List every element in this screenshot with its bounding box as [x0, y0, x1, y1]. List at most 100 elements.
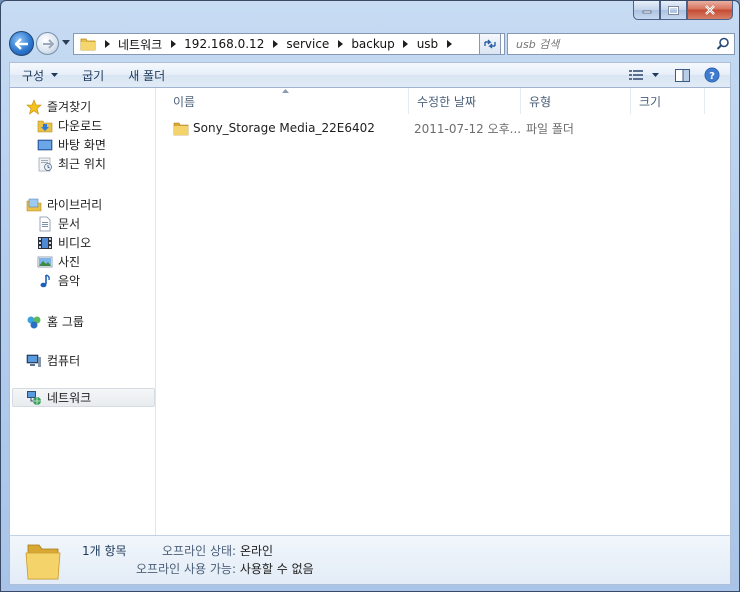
search-box[interactable] — [507, 33, 735, 55]
chevron-right-icon[interactable] — [442, 37, 456, 51]
refresh-icon — [484, 39, 496, 49]
pictures-icon — [37, 256, 53, 267]
sidebar-item-music[interactable]: 음악 — [10, 271, 156, 290]
burn-label: 굽기 — [82, 68, 105, 83]
close-icon — [705, 5, 715, 15]
navigation-pane: 즐겨찾기 다운로드 바탕 화면 최근 위치 라이브러리 문서 비디오 사진 음악… — [10, 88, 156, 535]
change-view-button[interactable] — [624, 64, 648, 86]
documents-icon — [39, 216, 51, 231]
new-folder-label: 새 폴더 — [128, 68, 166, 83]
homegroup-group: 홈 그룹 — [10, 312, 156, 331]
chevron-right-icon[interactable] — [333, 37, 347, 51]
sidebar-item-recent-places[interactable]: 최근 위치 — [10, 154, 156, 173]
close-button[interactable] — [687, 1, 733, 20]
favorites-group: 즐겨찾기 다운로드 바탕 화면 최근 위치 — [10, 97, 156, 173]
navigation-bar: 네트워크 192.168.0.12 service backup usb — [7, 29, 735, 59]
folder-icon — [25, 544, 61, 580]
breadcrumb-item-service[interactable]: service — [282, 37, 333, 51]
sidebar-item-label: 다운로드 — [58, 119, 103, 133]
sidebar-item-label: 컴퓨터 — [47, 354, 81, 368]
caption-buttons — [633, 1, 733, 21]
burn-button[interactable]: 굽기 — [70, 63, 116, 87]
search-input[interactable] — [516, 35, 716, 53]
breadcrumb-item-network[interactable]: 네트워크 — [114, 36, 166, 53]
help-button[interactable]: ? — [700, 64, 724, 86]
column-headers: 이름 수정한 날짜 유형 크기 — [157, 88, 730, 114]
explorer-window: 네트워크 192.168.0.12 service backup usb usb… — [0, 0, 740, 592]
sidebar-item-label: 최근 위치 — [58, 157, 106, 171]
homegroup-icon — [27, 316, 41, 328]
sidebar-item-downloads[interactable]: 다운로드 — [10, 116, 156, 135]
chevron-right-icon[interactable] — [100, 37, 114, 51]
maximize-button[interactable] — [660, 1, 687, 20]
sidebar-item-label: 비디오 — [58, 236, 92, 250]
svg-text:?: ? — [709, 71, 715, 82]
folder-icon — [80, 38, 96, 51]
address-bar[interactable]: 네트워크 192.168.0.12 service backup usb — [73, 33, 505, 55]
desktop-icon — [37, 139, 53, 150]
sidebar-item-homegroup[interactable]: 홈 그룹 — [10, 312, 156, 331]
view-options-dropdown[interactable] — [648, 64, 662, 86]
libraries-icon — [26, 198, 42, 211]
details-pane: 1개 항목 오프라인 상태: 온라인 오프라인 사용 가능: 사용할 수 없음 — [9, 535, 731, 585]
forward-button[interactable] — [36, 32, 59, 55]
offline-status-value: 온라인 — [239, 544, 274, 558]
new-folder-button[interactable]: 새 폴더 — [116, 63, 177, 87]
computer-icon — [26, 354, 41, 367]
sidebar-item-videos[interactable]: 비디오 — [10, 233, 156, 252]
sidebar-item-label: 홈 그룹 — [47, 315, 84, 329]
search-icon[interactable] — [716, 37, 730, 51]
recent-places-icon — [38, 157, 52, 171]
refresh-button[interactable] — [479, 33, 501, 55]
sidebar-item-libraries[interactable]: 라이브러리 — [10, 195, 156, 214]
sidebar-item-label: 문서 — [58, 217, 81, 231]
file-name-cell: Sony_Storage Media_22E6402 — [173, 118, 375, 138]
chevron-right-icon[interactable] — [268, 37, 282, 51]
back-button[interactable] — [9, 31, 34, 56]
column-header-date-modified[interactable]: 수정한 날짜 — [409, 88, 521, 114]
file-name: Sony_Storage Media_22E6402 — [193, 121, 375, 135]
sidebar-item-favorites[interactable]: 즐겨찾기 — [10, 97, 156, 116]
arrow-right-icon — [42, 38, 54, 49]
column-header-name[interactable]: 이름 — [165, 88, 409, 114]
star-icon — [26, 98, 42, 115]
folder-icon — [173, 122, 189, 135]
breadcrumb-item-backup[interactable]: backup — [347, 37, 398, 51]
breadcrumb-item-host[interactable]: 192.168.0.12 — [180, 37, 268, 51]
network-group: 네트워크 — [10, 388, 156, 407]
recent-pages-dropdown[interactable] — [62, 40, 70, 46]
chevron-right-icon[interactable] — [399, 37, 413, 51]
file-date: 2011-07-12 오후... — [414, 121, 522, 136]
chevron-down-icon — [651, 73, 659, 77]
sidebar-item-pictures[interactable]: 사진 — [10, 252, 156, 271]
offline-status: 오프라인 상태: 온라인 — [162, 542, 273, 559]
column-header-size[interactable]: 크기 — [631, 88, 705, 114]
sidebar-item-label: 라이브러리 — [47, 198, 103, 212]
sidebar-item-label: 사진 — [58, 255, 81, 269]
sidebar-item-network[interactable]: 네트워크 — [12, 388, 155, 407]
offline-status-label: 오프라인 상태: — [162, 544, 237, 558]
preview-pane-button[interactable] — [670, 64, 694, 86]
offline-availability-value: 사용할 수 없음 — [239, 562, 314, 576]
sidebar-item-computer[interactable]: 컴퓨터 — [10, 351, 156, 370]
offline-availability-label: 오프라인 사용 가능: — [136, 562, 236, 576]
column-header-type[interactable]: 유형 — [521, 88, 631, 114]
minimize-button[interactable] — [633, 1, 660, 20]
offline-availability: 오프라인 사용 가능: 사용할 수 없음 — [136, 560, 314, 577]
sidebar-item-desktop[interactable]: 바탕 화면 — [10, 135, 156, 154]
libraries-group: 라이브러리 문서 비디오 사진 음악 — [10, 195, 156, 290]
organize-button[interactable]: 구성 — [10, 63, 70, 87]
table-row[interactable]: Sony_Storage Media_22E6402 2011-07-12 오후… — [157, 118, 730, 138]
details-view-icon — [629, 70, 643, 80]
sidebar-item-documents[interactable]: 문서 — [10, 214, 156, 233]
video-icon — [38, 236, 52, 249]
chevron-right-icon[interactable] — [166, 37, 180, 51]
help-icon: ? — [704, 67, 720, 83]
item-count: 1개 항목 — [82, 544, 127, 558]
network-icon — [27, 390, 41, 405]
chevron-down-icon — [51, 73, 59, 77]
breadcrumb-item-usb[interactable]: usb — [413, 37, 442, 51]
minimize-icon — [642, 10, 651, 14]
preview-pane-icon — [674, 68, 690, 82]
command-bar-right: ? — [624, 64, 724, 86]
